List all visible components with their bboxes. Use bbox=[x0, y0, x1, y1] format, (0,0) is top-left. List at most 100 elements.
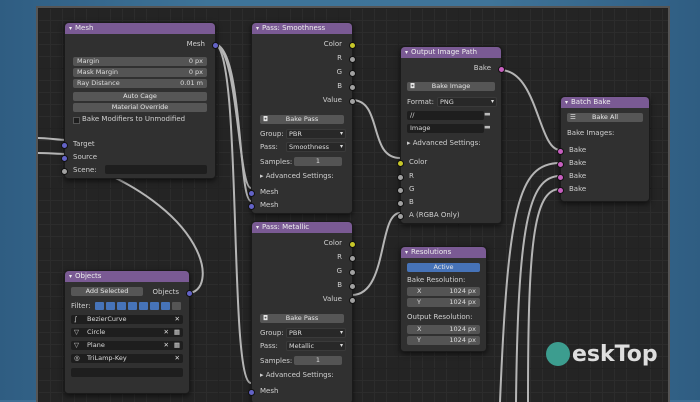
mesh-input-socket-1[interactable] bbox=[248, 190, 255, 197]
bake-input-label-3: Bake bbox=[569, 172, 587, 180]
color-output-socket[interactable] bbox=[349, 241, 356, 248]
ray-distance-field[interactable]: Ray Distance 0.01 m bbox=[73, 79, 207, 88]
samples-field[interactable]: 1 bbox=[294, 356, 342, 365]
bake-input-socket-1[interactable] bbox=[557, 148, 564, 155]
objects-node-header[interactable]: ▾ Objects bbox=[65, 271, 189, 282]
format-dropdown[interactable]: PNG bbox=[437, 97, 497, 107]
resolutions-node-header[interactable]: ▾ Resolutions bbox=[401, 247, 486, 258]
filter-lamp-icon[interactable] bbox=[161, 302, 170, 310]
g-output-label: G bbox=[336, 267, 342, 275]
filter-label: Filter: bbox=[71, 302, 91, 310]
value-output-socket[interactable] bbox=[349, 297, 356, 304]
remove-icon: ✕ bbox=[174, 315, 180, 323]
mesh-icon: ▽ bbox=[74, 341, 79, 349]
metallic-pass-node[interactable]: ▾ Pass: Metallic Color R G B Value ◘ Bake … bbox=[248, 221, 356, 402]
mesh-node[interactable]: ▾ Mesh Mesh Margin 0 px Mask Margin 0 px Ra… bbox=[61, 22, 219, 179]
batch-bake-node[interactable]: ▾ Batch Bake ☰ Bake All Bake Images: Bake … bbox=[557, 96, 650, 202]
folder-icon-2[interactable]: ▬ bbox=[484, 123, 491, 131]
bake-input-socket-2[interactable] bbox=[557, 161, 564, 168]
source-socket[interactable] bbox=[61, 155, 68, 162]
watermark-logo-icon bbox=[546, 342, 570, 366]
b-output-socket[interactable] bbox=[349, 84, 356, 91]
material-override-button[interactable]: Material Override bbox=[73, 103, 207, 112]
auto-cage-button[interactable]: Auto Cage bbox=[73, 92, 207, 101]
margin-field[interactable]: Margin 0 px bbox=[73, 57, 207, 66]
filter-text-icon[interactable] bbox=[139, 302, 148, 310]
filter-mesh-icon[interactable] bbox=[95, 302, 104, 310]
metallic-node-header[interactable]: ▾ Pass: Metallic bbox=[252, 222, 352, 233]
objects-output-socket[interactable] bbox=[186, 290, 193, 297]
bake-res-y-field[interactable]: Y 1024 px bbox=[407, 298, 480, 307]
g-output-socket[interactable] bbox=[349, 70, 356, 77]
advanced-settings-toggle[interactable]: ▸ Advanced Settings: bbox=[260, 371, 334, 379]
bake-image-button[interactable]: ◘ Bake Image bbox=[407, 82, 495, 91]
smoothness-node-header[interactable]: ▾ Pass: Smoothness bbox=[252, 23, 352, 34]
bake-input-socket-3[interactable] bbox=[557, 174, 564, 181]
filter-surface-icon[interactable] bbox=[117, 302, 126, 310]
advanced-settings-toggle[interactable]: ▸ Advanced Settings: bbox=[260, 172, 334, 180]
objects-output-label: Objects bbox=[152, 288, 179, 296]
mask-margin-field[interactable]: Mask Margin 0 px bbox=[73, 68, 207, 77]
group-dropdown[interactable]: PBR bbox=[286, 328, 346, 338]
remove-icon: ✕ bbox=[163, 328, 169, 336]
active-toggle[interactable]: Active bbox=[407, 263, 480, 272]
bake-output-socket[interactable] bbox=[498, 66, 505, 73]
samples-label: Samples: bbox=[260, 357, 293, 365]
object-item-2[interactable]: ▽ Plane ✕ ▦ bbox=[71, 341, 183, 350]
output-image-path-node[interactable]: ▾ Output Image Path Bake ◘ Bake Image Form… bbox=[397, 46, 505, 224]
mesh-node-header[interactable]: ▾ Mesh bbox=[65, 23, 215, 34]
scene-socket[interactable] bbox=[61, 168, 68, 175]
pass-dropdown[interactable]: Smoothness bbox=[286, 142, 346, 152]
image-name-field[interactable]: Image bbox=[407, 124, 484, 133]
filter-meta-icon[interactable] bbox=[128, 302, 137, 310]
b-input-socket[interactable] bbox=[397, 200, 404, 207]
advanced-settings-toggle[interactable]: ▸ Advanced Settings: bbox=[407, 139, 481, 147]
value-output-socket[interactable] bbox=[349, 98, 356, 105]
color-output-label: Color bbox=[323, 239, 342, 247]
source-label: Source bbox=[73, 153, 98, 161]
g-output-socket[interactable] bbox=[349, 269, 356, 276]
output-node-header[interactable]: ▾ Output Image Path bbox=[401, 47, 501, 58]
add-selected-button[interactable]: Add Selected bbox=[71, 287, 143, 296]
color-input-socket[interactable] bbox=[397, 160, 404, 167]
mesh-input-label-2: Mesh bbox=[260, 201, 279, 209]
objects-node[interactable]: ▾ Objects Add Selected Objects Filter: ∫ B… bbox=[64, 270, 193, 394]
b-output-socket[interactable] bbox=[349, 283, 356, 290]
samples-field[interactable]: 1 bbox=[294, 157, 342, 166]
batch-bake-node-header[interactable]: ▾ Batch Bake bbox=[561, 97, 649, 108]
bake-all-button[interactable]: ☰ Bake All bbox=[567, 113, 643, 122]
smoothness-pass-node[interactable]: ▾ Pass: Smoothness Color R G B Value ◘ Bak… bbox=[248, 22, 356, 214]
r-input-socket[interactable] bbox=[397, 174, 404, 181]
link-metal-value bbox=[351, 212, 401, 296]
bake-input-socket-4[interactable] bbox=[557, 187, 564, 194]
scene-field[interactable] bbox=[105, 165, 207, 174]
r-output-socket[interactable] bbox=[349, 255, 356, 262]
object-item-0[interactable]: ∫ BezierCurve ✕ bbox=[71, 315, 183, 324]
object-new-slot[interactable] bbox=[71, 368, 183, 377]
group-dropdown[interactable]: PBR bbox=[286, 129, 346, 139]
out-res-x-field[interactable]: X 1024 px bbox=[407, 325, 480, 334]
mesh-input-socket[interactable] bbox=[248, 389, 255, 396]
g-input-socket[interactable] bbox=[397, 187, 404, 194]
r-input-label: R bbox=[409, 172, 414, 180]
filter-curve-icon[interactable] bbox=[106, 302, 115, 310]
filter-camera-icon[interactable] bbox=[172, 302, 181, 310]
pass-dropdown[interactable]: Metallic bbox=[286, 341, 346, 351]
folder-icon[interactable]: ▬ bbox=[484, 110, 491, 118]
mesh-output-socket[interactable] bbox=[212, 42, 219, 49]
path-field[interactable]: // bbox=[407, 111, 484, 120]
color-output-socket[interactable] bbox=[349, 42, 356, 49]
object-item-3[interactable]: ◎ TriLamp-Key ✕ bbox=[71, 354, 183, 363]
out-res-y-field[interactable]: Y 1024 px bbox=[407, 336, 480, 345]
bake-pass-button[interactable]: ◘ Bake Pass bbox=[260, 314, 344, 323]
r-output-socket[interactable] bbox=[349, 56, 356, 63]
bake-pass-button[interactable]: ◘ Bake Pass bbox=[260, 115, 344, 124]
object-item-1[interactable]: ▽ Circle ✕ ▦ bbox=[71, 328, 183, 337]
target-socket[interactable] bbox=[61, 142, 68, 149]
a-input-socket[interactable] bbox=[397, 213, 404, 220]
resolutions-node[interactable]: ▾ Resolutions Active Bake Resolution: X 10… bbox=[400, 246, 487, 352]
mesh-input-socket-2[interactable] bbox=[248, 203, 255, 210]
filter-armature-icon[interactable] bbox=[150, 302, 159, 310]
bake-modifiers-checkbox[interactable] bbox=[73, 117, 80, 124]
bake-res-x-field[interactable]: X 1024 px bbox=[407, 287, 480, 296]
